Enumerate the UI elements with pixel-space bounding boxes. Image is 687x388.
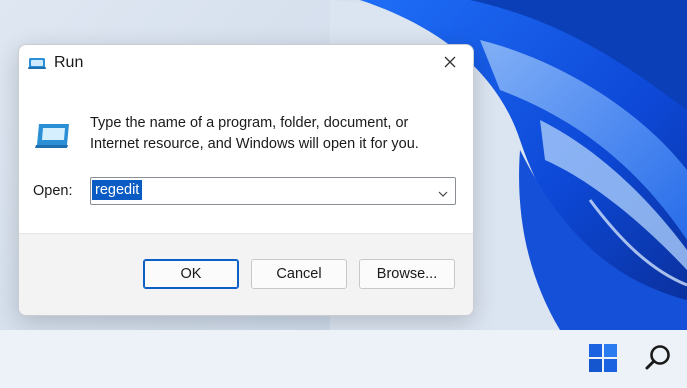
open-input-value[interactable]: regedit (92, 180, 143, 200)
dialog-description: Type the name of a program, folder, docu… (90, 115, 419, 152)
run-large-icon (34, 121, 72, 149)
dialog-title: Run (54, 54, 84, 71)
run-dialog: Run Type the name of a program, folder, … (18, 44, 474, 316)
start-button[interactable] (585, 342, 621, 378)
chevron-down-icon[interactable] (437, 186, 449, 197)
search-button[interactable] (640, 342, 676, 378)
open-combobox[interactable]: regedit (90, 177, 456, 205)
open-label: Open: (33, 183, 73, 199)
ok-button[interactable]: OK (143, 259, 239, 289)
close-icon (444, 55, 456, 73)
dialog-footer: OK Cancel Browse... (19, 233, 473, 315)
browse-button[interactable]: Browse... (359, 259, 455, 289)
windows-start-icon (588, 343, 618, 378)
cancel-button[interactable]: Cancel (251, 259, 347, 289)
search-icon (643, 343, 673, 378)
title-bar[interactable]: Run (19, 45, 473, 83)
taskbar (0, 330, 687, 388)
run-icon (28, 56, 46, 70)
close-button[interactable] (427, 45, 473, 83)
